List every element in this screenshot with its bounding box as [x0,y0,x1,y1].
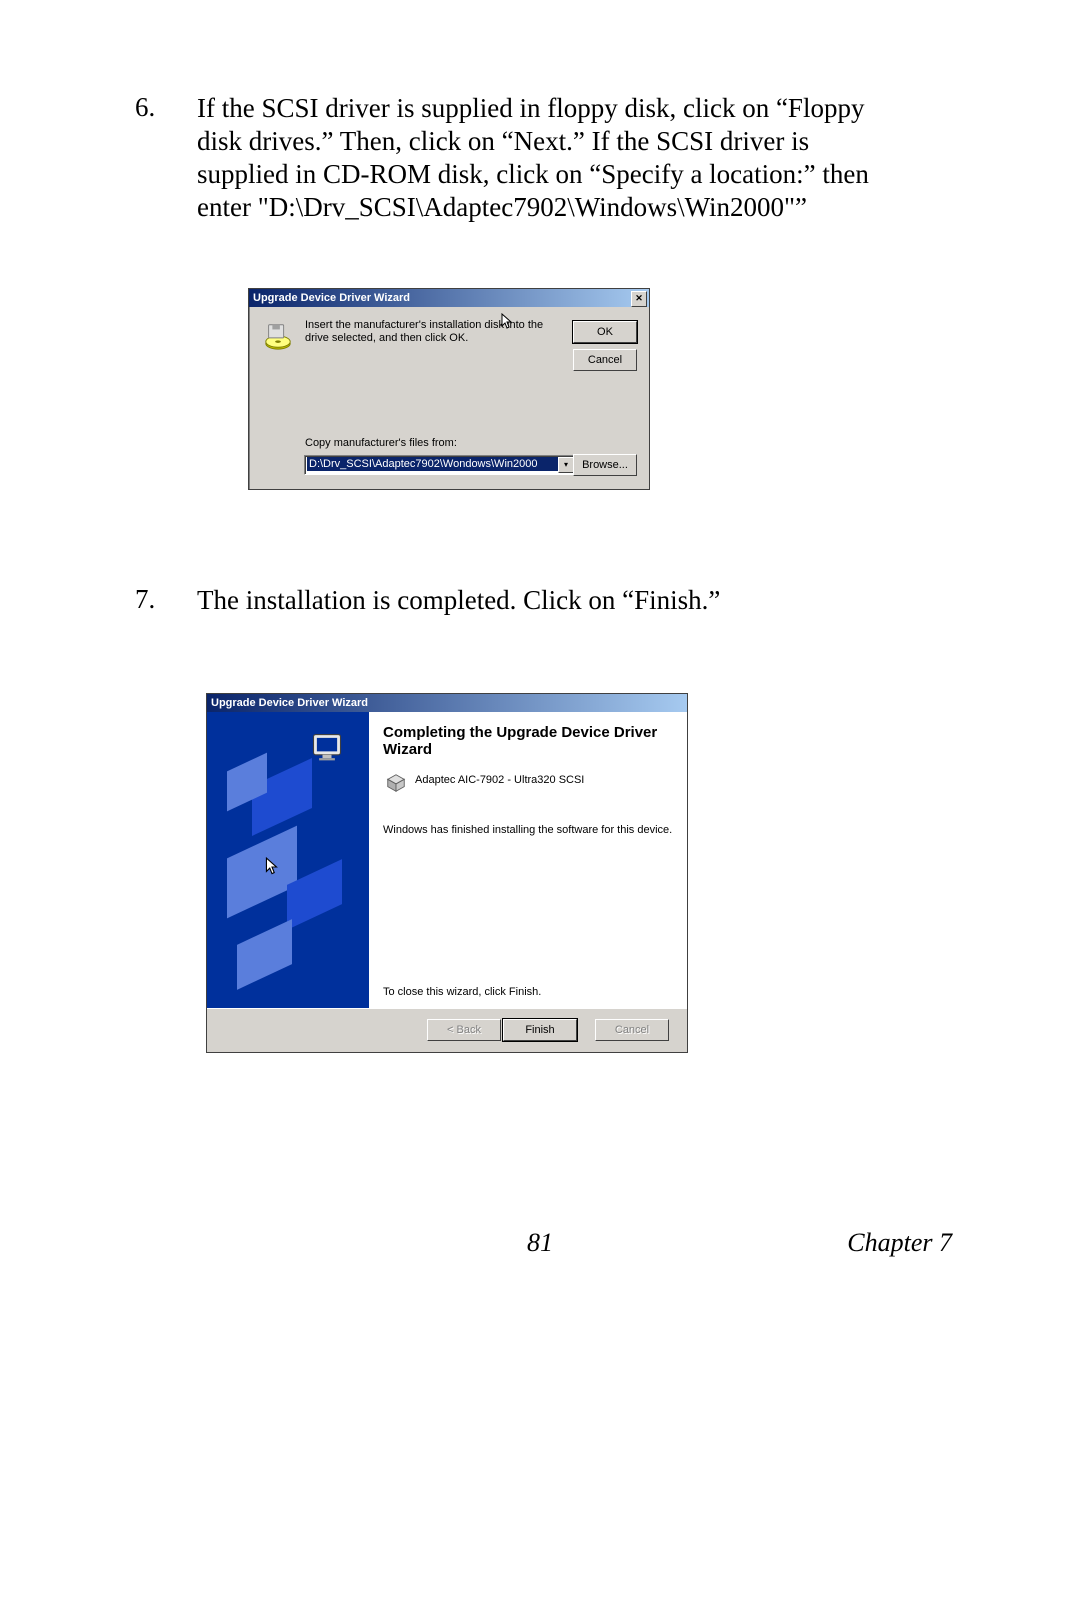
wizard-heading: Completing the Upgrade Device Driver Wiz… [383,724,673,759]
path-combobox[interactable]: D:\Drv_SCSI\Adaptec7902\Wondows\Win2000 … [304,455,576,475]
monitor-icon [309,730,345,766]
dialog1-title: Upgrade Device Driver Wizard [253,292,410,304]
cursor-icon [265,857,279,877]
finish-button[interactable]: Finish [503,1019,577,1041]
chapter-label: Chapter 7 [847,1228,952,1258]
insert-disk-dialog: Upgrade Device Driver Wizard ✕ Insert th… [248,288,650,490]
cursor-icon [501,313,513,331]
step-6-text: If the SCSI driver is supplied in floppy… [197,92,881,224]
dropdown-arrow-icon[interactable]: ▾ [558,457,574,473]
scsi-device-icon [385,772,407,794]
browse-button[interactable]: Browse... [573,454,637,476]
step-6-number: 6. [135,92,155,123]
device-name: Adaptec AIC-7902 - Ultra320 SCSI [415,774,584,786]
completing-wizard-dialog: Upgrade Device Driver Wizard [206,693,688,1053]
path-value: D:\Drv_SCSI\Adaptec7902\Wondows\Win2000 [307,457,559,471]
finished-message: Windows has finished installing the soft… [383,824,673,836]
step-7-text: The installation is completed. Click on … [197,584,881,617]
close-instruction: To close this wizard, click Finish. [383,986,541,998]
copy-from-label: Copy manufacturer's files from: [305,437,457,449]
step-7-number: 7. [135,584,155,615]
close-button[interactable]: ✕ [631,291,647,307]
dialog2-titlebar: Upgrade Device Driver Wizard [207,694,687,712]
ok-button[interactable]: OK [573,321,637,343]
dialog1-titlebar: Upgrade Device Driver Wizard ✕ [249,289,649,307]
cancel-button[interactable]: Cancel [573,349,637,371]
wizard-button-bar: < Back Finish Cancel [207,1008,687,1051]
cancel-button: Cancel [595,1019,669,1041]
wizard-sidebar [207,712,369,1008]
back-button: < Back [427,1019,501,1041]
floppy-disk-icon [263,321,293,351]
dialog2-title: Upgrade Device Driver Wizard [211,697,368,709]
